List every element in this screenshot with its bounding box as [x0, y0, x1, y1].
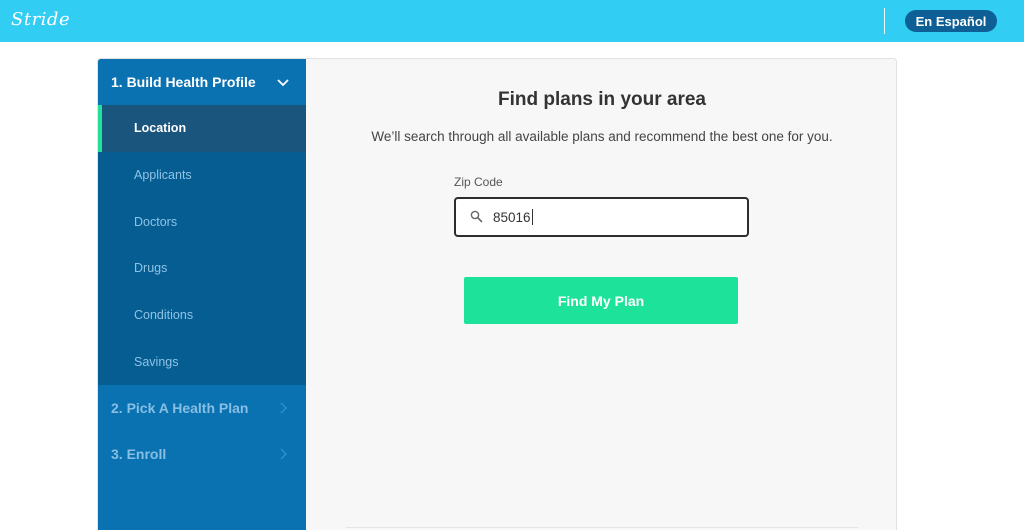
substep-drugs[interactable]: Drugs [98, 245, 306, 292]
stride-logo[interactable]: Stride [11, 9, 70, 30]
zip-code-input[interactable]: 85016 [454, 197, 749, 237]
text-cursor [531, 209, 533, 225]
substep-location[interactable]: Location [98, 105, 306, 152]
substep-doctors[interactable]: Doctors [98, 198, 306, 245]
substep-label: Drugs [134, 261, 168, 276]
chevron-right-icon [276, 447, 290, 461]
header-divider [884, 8, 885, 34]
steps-sidebar: 1. Build Health Profile Location Applica… [98, 59, 306, 530]
chevron-down-icon [276, 75, 290, 89]
substep-conditions[interactable]: Conditions [98, 292, 306, 339]
substep-label: Location [134, 121, 187, 136]
substep-applicants[interactable]: Applicants [98, 152, 306, 199]
step-label: 3. Enroll [111, 446, 167, 463]
main-content: Find plans in your area We’ll search thr… [306, 59, 896, 530]
step-label: 1. Build Health Profile [111, 74, 256, 90]
top-bar: Stride En Español [0, 0, 1024, 42]
substep-label: Doctors [134, 214, 178, 229]
footer-divider [346, 527, 858, 528]
step-enroll[interactable]: 3. Enroll [98, 431, 306, 477]
find-my-plan-button[interactable]: Find My Plan [464, 277, 738, 324]
step-build-health-profile[interactable]: 1. Build Health Profile [98, 59, 306, 105]
step-pick-health-plan[interactable]: 2. Pick A Health Plan [98, 385, 306, 431]
page-title: Find plans in your area [498, 89, 706, 110]
zip-code-value: 85016 [493, 209, 531, 225]
zip-code-label: Zip Code [454, 175, 503, 189]
step-label: 2. Pick A Health Plan [111, 400, 249, 417]
substep-list: Location Applicants Doctors Drugs Condit… [98, 105, 306, 386]
page-subtitle: We’ll search through all available plans… [371, 129, 833, 144]
search-icon [469, 209, 485, 225]
chevron-right-icon [276, 401, 290, 415]
substep-label: Applicants [134, 168, 192, 183]
substep-label: Conditions [134, 308, 194, 323]
language-toggle-button[interactable]: En Español [905, 10, 997, 32]
profile-card: 1. Build Health Profile Location Applica… [97, 58, 897, 530]
substep-savings[interactable]: Savings [98, 338, 306, 385]
substep-label: Savings [134, 354, 179, 369]
